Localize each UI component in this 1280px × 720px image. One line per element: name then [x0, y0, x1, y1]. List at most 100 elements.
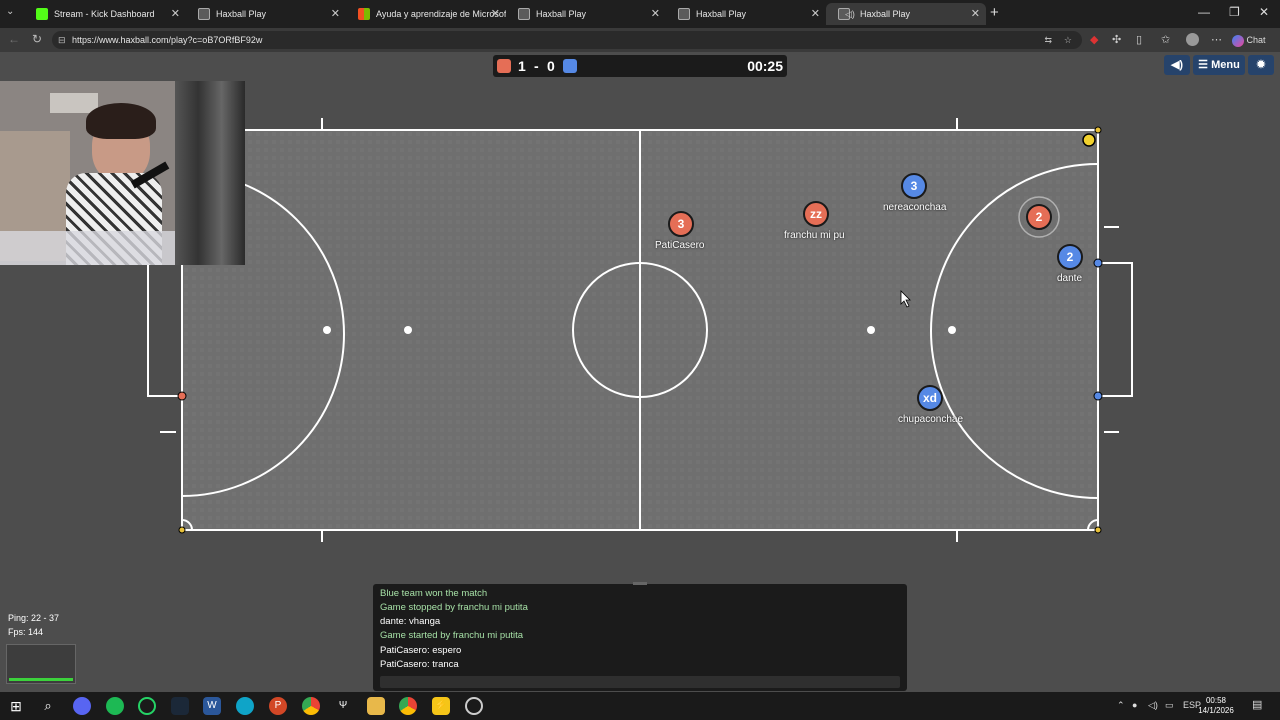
- chat-message: PatiCasero: tranca: [380, 659, 459, 670]
- tab-haxball-3[interactable]: Haxball Play ✕: [666, 3, 826, 25]
- microphone-icon[interactable]: ●: [1132, 700, 1137, 710]
- haxball-icon: [198, 8, 210, 20]
- tab-title: Haxball Play: [696, 9, 747, 19]
- player-name: dante: [1057, 273, 1083, 284]
- obs-icon[interactable]: [465, 697, 483, 715]
- chrome-icon[interactable]: [302, 697, 320, 715]
- close-icon[interactable]: ✕: [811, 3, 820, 25]
- tab-microsoft-help[interactable]: Ayuda y aprendizaje de Microsoft ✕: [346, 3, 506, 25]
- chat-message: dante: vhanga: [380, 616, 441, 627]
- webcam-keyboard: [0, 231, 175, 265]
- ping-readout: Ping: 22 - 37: [8, 613, 60, 623]
- menu-label: Menu: [1211, 59, 1240, 71]
- steam-icon[interactable]: [171, 697, 189, 715]
- clock[interactable]: 00:58 14/1/2026: [1196, 696, 1236, 716]
- close-icon[interactable]: ✕: [651, 3, 660, 25]
- favorites-icon[interactable]: ✩: [1161, 33, 1170, 46]
- url-field[interactable]: ⊟ https://www.haxball.com/play?c=oB7ORfB…: [52, 31, 1082, 49]
- menu-button[interactable]: ☰ Menu: [1193, 55, 1245, 75]
- webcam-curtain: [175, 81, 245, 265]
- windows-taskbar: ⊞ ⌕ W P Ψ ⚡ ⌃ ● ◁) ▭ ESP 00:58 14/1/2026…: [0, 692, 1280, 720]
- tab-title: Haxball Play: [536, 9, 587, 19]
- site-info-icon[interactable]: ⊟: [58, 31, 66, 49]
- red-score: 1: [518, 58, 526, 74]
- window-close-icon[interactable]: ✕: [1259, 5, 1269, 19]
- player-name: chupaconchae: [898, 414, 964, 425]
- score-separator: -: [534, 58, 539, 74]
- speaker-icon[interactable]: ◁): [845, 3, 855, 25]
- ball: [1082, 133, 1096, 147]
- windows-start-icon[interactable]: ⊞: [7, 697, 25, 715]
- restore-icon[interactable]: ❐: [1229, 5, 1240, 19]
- match-timer: 00:25: [747, 58, 783, 74]
- scoreboard: 1 - 0 00:25: [493, 55, 787, 77]
- minimize-icon[interactable]: —: [1198, 5, 1210, 19]
- red-team-color: [497, 59, 511, 73]
- volume-icon[interactable]: ◁): [1148, 700, 1158, 711]
- notifications-icon[interactable]: ▤: [1252, 698, 1262, 711]
- tab-title: Ayuda y aprendizaje de Microsoft: [376, 9, 506, 19]
- blue-goal-post: [1093, 391, 1103, 401]
- chat-message: Blue team won the match: [380, 588, 488, 599]
- clock-time: 00:58: [1205, 696, 1227, 705]
- close-icon[interactable]: ✕: [331, 3, 340, 25]
- refresh-icon[interactable]: ↻: [32, 32, 42, 46]
- tab-list-icon[interactable]: ⌄: [6, 6, 14, 17]
- player-disc: xd: [917, 385, 943, 411]
- blue-goal-post: [1093, 258, 1103, 268]
- webcam-shelf: [50, 93, 98, 113]
- tab-title: Haxball Play: [216, 9, 267, 19]
- copilot-icon: [1232, 34, 1244, 47]
- extension-icon[interactable]: ◆: [1090, 33, 1098, 46]
- translate-icon[interactable]: ⇆: [1044, 31, 1052, 49]
- address-toolbar: ← ↻ ⊟ https://www.haxball.com/play?c=oB7…: [0, 28, 1280, 52]
- tab-haxball-2[interactable]: Haxball Play ✕: [506, 3, 666, 25]
- powerpoint-icon[interactable]: P: [269, 697, 287, 715]
- microsoft-icon: [358, 8, 370, 20]
- close-icon[interactable]: ✕: [171, 3, 180, 25]
- fps-readout: Fps: 144: [8, 627, 44, 637]
- close-icon[interactable]: ✕: [491, 3, 500, 25]
- sound-button[interactable]: ◀): [1164, 55, 1190, 75]
- game-chat: Blue team won the match Game stopped by …: [373, 582, 907, 691]
- new-tab-icon[interactable]: +: [990, 4, 999, 21]
- back-icon[interactable]: ←: [8, 32, 20, 46]
- spotify-icon[interactable]: [106, 697, 124, 715]
- browser-tab-bar: ⌄ Stream - Kick Dashboard ✕ Haxball Play…: [0, 0, 1280, 28]
- file-explorer-icon[interactable]: [367, 697, 385, 715]
- network-icon[interactable]: ▭: [1165, 700, 1174, 711]
- kick-icon: [36, 8, 48, 20]
- corner-marker: [178, 526, 186, 534]
- tab-haxball-active[interactable]: ◁) Haxball Play ✕: [826, 3, 986, 25]
- chat-resize-handle[interactable]: [633, 582, 647, 585]
- chat-button-label: Chat: [1246, 35, 1266, 45]
- fps-graph: [6, 644, 76, 684]
- app-icon[interactable]: Ψ: [334, 697, 352, 715]
- speaker-icon: ◀): [1170, 59, 1184, 71]
- tab-haxball-1[interactable]: Haxball Play ✕: [186, 3, 346, 25]
- settings-button[interactable]: ✹: [1248, 55, 1274, 75]
- chrome-icon[interactable]: [399, 697, 417, 715]
- chat-message: Game stopped by franchu mi putita: [380, 602, 528, 613]
- corner-marker: [1094, 526, 1102, 534]
- split-screen-icon[interactable]: ▯: [1136, 33, 1142, 46]
- tab-title: Stream - Kick Dashboard: [54, 9, 155, 19]
- search-icon[interactable]: ⌕: [39, 697, 57, 715]
- url-text: https://www.haxball.com/play?c=oB7ORfBF9…: [72, 35, 263, 45]
- discord-icon[interactable]: [73, 697, 91, 715]
- edge-icon[interactable]: [236, 697, 254, 715]
- chat-input[interactable]: [380, 676, 900, 688]
- more-menu-icon[interactable]: ⋯: [1211, 33, 1222, 46]
- favorite-star-icon[interactable]: ☆: [1064, 31, 1072, 49]
- copilot-chat-button[interactable]: Chat: [1232, 30, 1276, 50]
- tab-kick-dashboard[interactable]: Stream - Kick Dashboard ✕: [24, 3, 186, 25]
- close-icon[interactable]: ✕: [971, 3, 980, 25]
- app-icon[interactable]: ⚡: [432, 697, 450, 715]
- extensions-puzzle-icon[interactable]: ✣: [1112, 33, 1121, 46]
- haxball-icon: [518, 8, 530, 20]
- word-icon[interactable]: W: [203, 697, 221, 715]
- show-hidden-icons-icon[interactable]: ⌃: [1117, 700, 1125, 711]
- gear-icon: ✹: [1256, 59, 1266, 71]
- whatsapp-icon[interactable]: [138, 697, 156, 715]
- profile-avatar-icon[interactable]: [1186, 33, 1199, 46]
